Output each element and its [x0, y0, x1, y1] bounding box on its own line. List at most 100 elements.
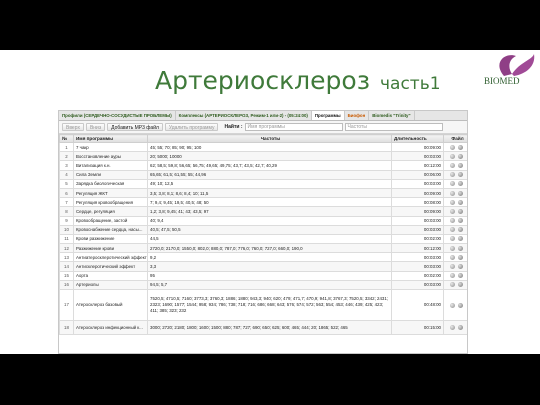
program-frequencies: 7520,5; 4710,5; 7160; 3773,3; 3760,3; 18…: [147, 289, 392, 321]
file-icon[interactable]: [458, 172, 463, 178]
file-icon[interactable]: [458, 153, 463, 159]
table-row[interactable]: 18 Атеросклероз инфекционный к... 3000; 27…: [59, 320, 467, 335]
file-icon[interactable]: [458, 144, 463, 150]
info-icon[interactable]: [450, 254, 455, 260]
file-icon[interactable]: [458, 208, 463, 214]
table-row[interactable]: 15 Аорта 95 00:02:00: [59, 270, 467, 281]
program-duration: 00:02:00: [391, 270, 444, 281]
table-row[interactable]: 9 Кровообращение, застой 40; 9,4 00:03:00: [59, 215, 467, 226]
info-icon[interactable]: [450, 227, 455, 233]
info-icon[interactable]: [450, 144, 455, 150]
row-actions: [443, 187, 467, 199]
table-row[interactable]: 16 Артериолы 94,5; 5,7 00:03:00: [59, 279, 467, 291]
move-down-button[interactable]: Вниз: [85, 123, 106, 131]
delete-program-button[interactable]: Удалить программу: [164, 123, 219, 131]
file-icon[interactable]: [458, 218, 463, 224]
program-frequencies: 40; 9,4: [147, 215, 392, 226]
program-name: Кровообращение, застой: [73, 215, 148, 226]
info-icon[interactable]: [450, 199, 455, 205]
table-row[interactable]: 4 Сила Земли 65,65; 61,5; 61,55; 55; 44,96…: [59, 169, 467, 180]
table-row[interactable]: 12 Разжижение крови 2720,0; 2170,0; 1550,0…: [59, 243, 467, 254]
tab-profiles[interactable]: Профили (СЕРДЕЧНО-СОСУДИСТЫЕ ПРОБЛЕМЫ): [59, 111, 176, 120]
add-mp3-button[interactable]: Добавить MP3 файл: [107, 123, 163, 131]
move-up-button[interactable]: Вверх: [62, 123, 84, 131]
tab-device[interactable]: Biomedis "Trinity": [369, 111, 415, 120]
info-icon[interactable]: [450, 153, 455, 159]
table-row[interactable]: 6 Регуляция ЖКТ 3,5; 3,8; 8,1; 8,6; 8,4; 1…: [59, 187, 467, 199]
file-icon[interactable]: [458, 162, 463, 168]
tab-programs[interactable]: Программы: [311, 111, 345, 120]
table-row[interactable]: 2 Восстановление ауры 20; 5000; 10000 00:03…: [59, 151, 467, 162]
table-row[interactable]: 8 Сердце, регуляция 1,2; 3,8; 9,45; 41; 43…: [59, 206, 467, 217]
file-icon[interactable]: [458, 254, 463, 260]
row-number: 17: [59, 289, 74, 321]
table-row[interactable]: 11 Крови разжижение 44,5 00:02:00: [59, 233, 467, 245]
info-icon[interactable]: [450, 218, 455, 224]
info-icon[interactable]: [450, 208, 455, 214]
search-frequency-input[interactable]: Частоты: [344, 123, 443, 131]
table-row[interactable]: 14 Антисклеротический эффект 3,3 00:03:00: [59, 261, 467, 272]
program-name: Сердце, регуляция: [73, 206, 148, 217]
table-header-row: № Имя программы Частоты Длительность Фай…: [59, 134, 467, 143]
column-header-frequencies[interactable]: Частоты: [147, 134, 392, 143]
info-icon[interactable]: [450, 190, 455, 196]
program-name: Витализация к.н.: [73, 160, 148, 171]
column-header-duration[interactable]: Длительность: [391, 134, 444, 143]
info-icon[interactable]: [450, 236, 455, 242]
program-duration: 00:03:00: [391, 224, 444, 235]
table-row[interactable]: 3 Витализация к.н. 62; 58,5; 59,8; 56,65; …: [59, 160, 467, 171]
program-frequencies: 20; 5000; 10000: [147, 151, 392, 162]
table-body: 17 чакр 45; 55; 70; 85; 90; 95; 100 00:09:…: [59, 141, 467, 335]
info-icon[interactable]: [450, 302, 455, 308]
toolbar: Вверх Вниз Добавить MP3 файл Удалить про…: [59, 121, 467, 134]
row-number: 11: [59, 233, 74, 245]
file-icon[interactable]: [458, 190, 463, 196]
biomedis-logo-icon: [499, 54, 535, 76]
program-duration: 00:06:00: [391, 169, 444, 180]
table-row[interactable]: 7 Регуляция кровообращения 7; 9,4; 9,45; 1…: [59, 197, 467, 208]
table-row[interactable]: 5 Зарядка биологическая 49; 10; 12,5 00:03:…: [59, 178, 467, 189]
info-icon[interactable]: [450, 245, 455, 251]
file-icon[interactable]: [458, 199, 463, 205]
row-number: 14: [59, 261, 74, 272]
table-row[interactable]: 13 Антиатеросклеротический эффект 9,2 00:03…: [59, 252, 467, 263]
row-actions: [443, 270, 467, 281]
file-icon[interactable]: [458, 245, 463, 251]
program-name: Регуляция кровообращения: [73, 197, 148, 208]
row-number: 8: [59, 206, 74, 217]
slide-title: Артериосклероз часть1: [155, 66, 441, 95]
program-name: Антиатеросклеротический эффект: [73, 252, 148, 263]
column-header-name[interactable]: Имя программы: [73, 134, 148, 143]
file-icon[interactable]: [458, 236, 463, 242]
file-icon[interactable]: [458, 302, 463, 308]
info-icon[interactable]: [450, 162, 455, 168]
tab-biofon[interactable]: Биофон: [345, 111, 370, 120]
row-actions: [443, 178, 467, 189]
column-header-file[interactable]: Файл: [443, 134, 467, 143]
column-header-number[interactable]: №: [59, 134, 74, 143]
table-row[interactable]: 17 чакр 45; 55; 70; 85; 90; 95; 100 00:09:…: [59, 141, 467, 153]
tab-complexes[interactable]: Комплексы (АРТЕРИОСКЛЕРОЗ, Режим-1 или-2…: [176, 111, 312, 120]
table-row[interactable]: 17 Атеросклероз базовый 7520,5; 4710,5; 71…: [59, 289, 467, 321]
info-icon[interactable]: [450, 172, 455, 178]
info-icon[interactable]: [450, 264, 455, 270]
file-icon[interactable]: [458, 325, 463, 330]
row-actions: [443, 279, 467, 291]
info-icon[interactable]: [450, 273, 455, 279]
info-icon[interactable]: [450, 282, 455, 288]
row-actions: [443, 233, 467, 245]
row-number: 2: [59, 151, 74, 162]
program-duration: 00:03:00: [391, 215, 444, 226]
search-name-input[interactable]: Имя программы: [244, 123, 343, 131]
table-row[interactable]: 10 Кровоснабжение сердца, насы... 40,5; 47…: [59, 224, 467, 235]
program-frequencies: 49; 10; 12,5: [147, 178, 392, 189]
row-number: 10: [59, 224, 74, 235]
file-icon[interactable]: [458, 273, 463, 279]
file-icon[interactable]: [458, 227, 463, 233]
info-icon[interactable]: [450, 181, 455, 187]
program-frequencies: 3,3: [147, 261, 392, 272]
file-icon[interactable]: [458, 264, 463, 270]
info-icon[interactable]: [450, 325, 455, 330]
file-icon[interactable]: [458, 181, 463, 187]
file-icon[interactable]: [458, 282, 463, 288]
